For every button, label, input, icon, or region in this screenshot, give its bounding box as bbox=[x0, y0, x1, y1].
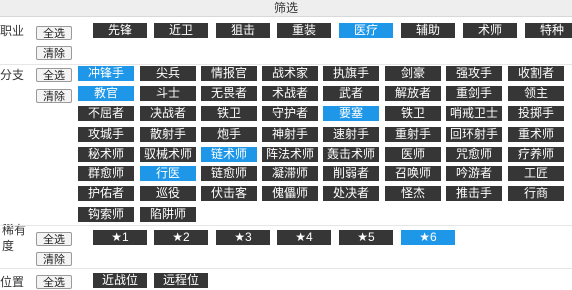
branch-tag[interactable]: 散射手 bbox=[140, 127, 196, 142]
branch-tag[interactable]: 冲锋手 bbox=[78, 66, 134, 81]
branch-tag[interactable]: 行医 bbox=[140, 166, 196, 181]
branch-tag[interactable]: 阵法术师 bbox=[262, 147, 318, 162]
branch-tag[interactable]: 驭械术师 bbox=[140, 147, 196, 162]
branch-tag[interactable]: 处决者 bbox=[323, 186, 379, 201]
branch-tag[interactable]: 斗士 bbox=[140, 86, 196, 101]
section-divider bbox=[0, 225, 572, 226]
branch-tag[interactable]: 伏击客 bbox=[201, 186, 257, 201]
branch-tag[interactable]: 解放者 bbox=[385, 86, 441, 101]
branch-tag[interactable]: 执旗手 bbox=[323, 66, 379, 81]
branch-tag[interactable]: 尖兵 bbox=[140, 66, 196, 81]
position-label: 位置 bbox=[0, 275, 25, 289]
branch-tag[interactable]: 无畏者 bbox=[201, 86, 257, 101]
filter-title: 筛选 bbox=[0, 0, 572, 17]
branch-tag[interactable]: 铁卫 bbox=[201, 106, 257, 121]
branch-tag[interactable]: 攻城手 bbox=[78, 127, 134, 142]
branch-label: 分支 bbox=[0, 68, 25, 82]
rarity-tag[interactable]: ★3 bbox=[216, 230, 270, 245]
rarity-clear-button[interactable]: 清除 bbox=[36, 252, 72, 266]
branch-tag[interactable]: 要塞 bbox=[323, 106, 379, 121]
branch-tag[interactable]: 决战者 bbox=[140, 106, 196, 121]
profession-clear-button[interactable]: 清除 bbox=[36, 46, 72, 60]
rarity-label: 稀有度 bbox=[2, 223, 27, 253]
branch-tag[interactable]: 吟游者 bbox=[446, 166, 502, 181]
profession-tag[interactable]: 医疗 bbox=[339, 23, 393, 38]
branch-tag[interactable]: 链愈师 bbox=[201, 166, 257, 181]
section-divider bbox=[0, 268, 572, 269]
rarity-tag[interactable]: ★1 bbox=[93, 230, 147, 245]
position-select-all-button[interactable]: 全选 bbox=[36, 275, 72, 289]
branch-tag[interactable]: 钩索师 bbox=[78, 207, 134, 222]
branch-tag[interactable]: 怪杰 bbox=[385, 186, 441, 201]
branch-tag[interactable]: 重术师 bbox=[508, 127, 564, 142]
branch-tag[interactable]: 疗养师 bbox=[508, 147, 564, 162]
profession-tag[interactable]: 辅助 bbox=[401, 23, 455, 38]
branch-tag[interactable]: 工匠 bbox=[508, 166, 564, 181]
branch-tag[interactable]: 回环射手 bbox=[446, 127, 502, 142]
branch-tag[interactable]: 战术家 bbox=[262, 66, 318, 81]
profession-tag[interactable]: 术师 bbox=[463, 23, 517, 38]
profession-label: 职业 bbox=[0, 24, 25, 38]
branch-tag[interactable]: 铁卫 bbox=[385, 106, 441, 121]
profession-tag[interactable]: 特种 bbox=[525, 23, 572, 38]
branch-tag[interactable]: 剑豪 bbox=[385, 66, 441, 81]
branch-tag[interactable]: 咒愈师 bbox=[446, 147, 502, 162]
branch-tag[interactable]: 哨戒卫士 bbox=[446, 106, 502, 121]
branch-tag[interactable]: 不屈者 bbox=[78, 106, 134, 121]
branch-select-all-button[interactable]: 全选 bbox=[36, 68, 72, 82]
rarity-select-all-button[interactable]: 全选 bbox=[36, 232, 72, 246]
branch-tag[interactable]: 教官 bbox=[78, 86, 134, 101]
branch-tag[interactable]: 削弱者 bbox=[323, 166, 379, 181]
profession-select-all-button[interactable]: 全选 bbox=[36, 26, 72, 40]
branch-tag[interactable]: 重射手 bbox=[385, 127, 441, 142]
profession-tag[interactable]: 近卫 bbox=[154, 23, 208, 38]
branch-tag[interactable]: 炮手 bbox=[201, 127, 257, 142]
section-divider bbox=[0, 64, 572, 65]
branch-tag[interactable]: 巡役 bbox=[140, 186, 196, 201]
position-tag[interactable]: 远程位 bbox=[154, 273, 208, 288]
rarity-tag[interactable]: ★2 bbox=[154, 230, 208, 245]
branch-tag[interactable]: 凝滞师 bbox=[262, 166, 318, 181]
branch-tag[interactable]: 术战者 bbox=[262, 86, 318, 101]
branch-tag[interactable]: 收割者 bbox=[508, 66, 564, 81]
branch-tag[interactable]: 守护者 bbox=[262, 106, 318, 121]
rarity-tag[interactable]: ★6 bbox=[401, 230, 455, 245]
branch-tag[interactable]: 群愈师 bbox=[78, 166, 134, 181]
rarity-tag[interactable]: ★5 bbox=[339, 230, 393, 245]
branch-tag[interactable]: 秘术师 bbox=[78, 147, 134, 162]
branch-tag[interactable]: 速射手 bbox=[323, 127, 379, 142]
branch-tag[interactable]: 轰击术师 bbox=[323, 147, 379, 162]
branch-tag[interactable]: 护佑者 bbox=[78, 186, 134, 201]
branch-tag[interactable]: 傀儡师 bbox=[262, 186, 318, 201]
branch-tag[interactable]: 神射手 bbox=[262, 127, 318, 142]
rarity-tag[interactable]: ★4 bbox=[277, 230, 331, 245]
profession-tag[interactable]: 狙击 bbox=[216, 23, 270, 38]
position-tag[interactable]: 近战位 bbox=[93, 273, 147, 288]
branch-tag[interactable]: 情报官 bbox=[201, 66, 257, 81]
branch-tag[interactable]: 强攻手 bbox=[446, 66, 502, 81]
branch-tag[interactable]: 武者 bbox=[323, 86, 379, 101]
branch-tag[interactable]: 链术师 bbox=[201, 147, 257, 162]
branch-tag[interactable]: 行商 bbox=[508, 186, 564, 201]
branch-tag[interactable]: 医师 bbox=[385, 147, 441, 162]
branch-tag[interactable]: 领主 bbox=[508, 86, 564, 101]
profession-tag[interactable]: 重装 bbox=[277, 23, 331, 38]
branch-tag[interactable]: 召唤师 bbox=[385, 166, 441, 181]
branch-tag[interactable]: 陷阱师 bbox=[140, 207, 196, 222]
branch-clear-button[interactable]: 清除 bbox=[36, 89, 72, 103]
branch-tag[interactable]: 重剑手 bbox=[446, 86, 502, 101]
profession-tag[interactable]: 先锋 bbox=[93, 23, 147, 38]
branch-tag[interactable]: 投掷手 bbox=[508, 106, 564, 121]
branch-tag[interactable]: 推击手 bbox=[446, 186, 502, 201]
